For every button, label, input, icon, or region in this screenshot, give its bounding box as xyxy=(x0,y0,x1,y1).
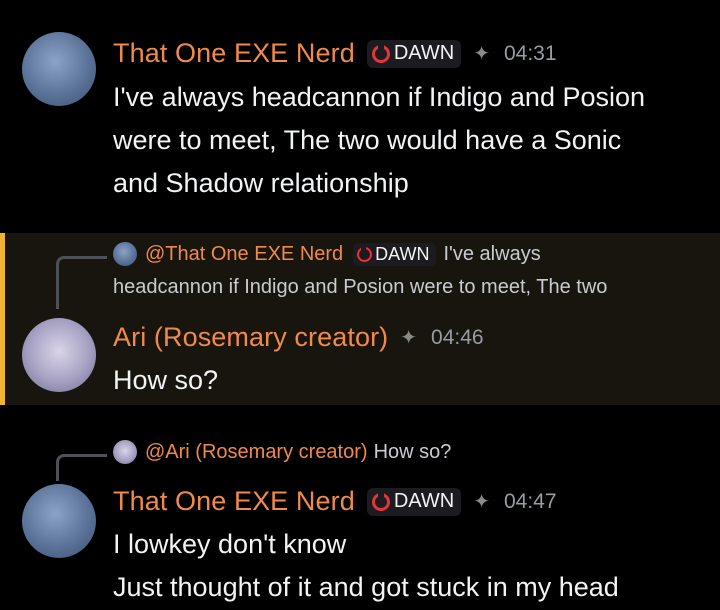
reply-text: I've always xyxy=(443,242,541,265)
timestamp[interactable]: 04:46 xyxy=(431,326,484,350)
role-badge[interactable]: DAWN xyxy=(366,487,462,516)
message-header: That One EXE Nerd DAWN ✦ 04:47 xyxy=(113,486,557,517)
reply-preview[interactable]: @That One EXE Nerd DAWN I've always xyxy=(113,242,541,266)
dawn-badge-icon xyxy=(371,43,390,63)
reply-connector xyxy=(56,454,107,481)
reply-avatar xyxy=(113,440,137,464)
badge-label: DAWN xyxy=(393,490,455,512)
message-content: I've always headcannon if Indigo and Pos… xyxy=(113,76,645,205)
avatar[interactable] xyxy=(22,32,96,106)
message-content: I lowkey don't know Just thought of it a… xyxy=(113,523,619,609)
reply-text-continued: headcannon if Indigo and Posion were to … xyxy=(113,276,608,298)
timestamp[interactable]: 04:31 xyxy=(504,42,557,66)
timestamp[interactable]: 04:47 xyxy=(504,490,557,514)
username[interactable]: That One EXE Nerd xyxy=(113,38,355,69)
dawn-badge-icon xyxy=(371,491,390,511)
message-line: I lowkey don't know xyxy=(113,529,347,559)
avatar[interactable] xyxy=(22,318,96,392)
role-badge[interactable]: DAWN xyxy=(366,39,462,68)
message-line: and Shadow relationship xyxy=(113,168,409,198)
decoration-icon: ✦ xyxy=(473,43,490,65)
reply-author[interactable]: @Ari (Rosemary creator) xyxy=(145,441,368,464)
reply-avatar xyxy=(113,242,137,266)
reply-text: How so? xyxy=(373,440,452,463)
reply-preview[interactable]: @Ari (Rosemary creator) How so? xyxy=(113,440,451,464)
message-header: That One EXE Nerd DAWN ✦ 04:31 xyxy=(113,38,557,69)
decoration-icon: ✦ xyxy=(400,327,418,349)
dawn-badge-icon xyxy=(357,245,373,262)
message-header: Ari (Rosemary creator) ✦ 04:46 xyxy=(113,322,484,353)
username[interactable]: Ari (Rosemary creator) xyxy=(113,322,388,353)
badge-label: DAWN xyxy=(393,42,455,64)
reply-author[interactable]: @That One EXE Nerd xyxy=(145,243,343,266)
message-line: were to meet, The two would have a Sonic xyxy=(113,125,622,155)
message-line: I've always headcannon if Indigo and Pos… xyxy=(113,82,646,112)
message-line: How so? xyxy=(113,365,219,395)
message-line: Just thought of it and got stuck in my h… xyxy=(113,572,619,602)
reply-badge-label: DAWN xyxy=(375,243,430,264)
decoration-icon: ✦ xyxy=(473,491,490,513)
reply-connector xyxy=(56,256,107,309)
username[interactable]: That One EXE Nerd xyxy=(113,486,355,517)
avatar[interactable] xyxy=(22,484,96,558)
message-content: How so? xyxy=(113,359,218,402)
reply-badge: DAWN xyxy=(353,242,436,266)
mention-highlight-bar xyxy=(0,233,5,405)
